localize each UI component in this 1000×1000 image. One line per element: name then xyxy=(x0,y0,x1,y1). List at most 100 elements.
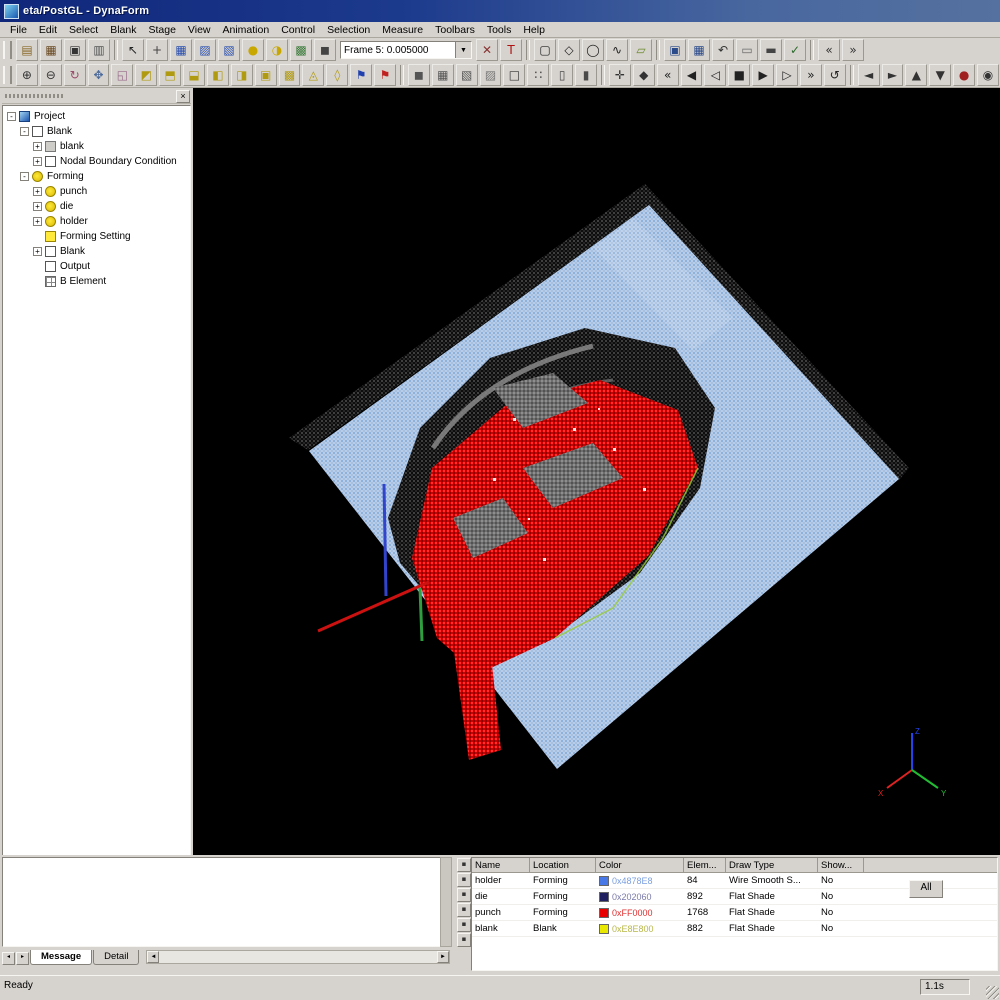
annotate-icon[interactable]: ◆ xyxy=(633,64,655,86)
menu-item[interactable]: File xyxy=(4,23,33,37)
column-header-location[interactable]: Location xyxy=(530,858,596,872)
toolbar-separator[interactable] xyxy=(114,40,118,60)
menu-item[interactable]: Toolbars xyxy=(429,23,481,37)
stop-icon[interactable]: ✕ xyxy=(476,39,498,61)
wireframe-mode-icon[interactable]: ▦ xyxy=(432,64,454,86)
record-icon[interactable]: ● xyxy=(953,64,975,86)
mesh-icon[interactable]: ▩ xyxy=(290,39,312,61)
close-icon[interactable]: × xyxy=(176,90,190,103)
column-header-elem[interactable]: Elem... xyxy=(684,858,726,872)
tree-expander[interactable]: + xyxy=(33,157,42,166)
title-bar[interactable]: eta/PostGL - DynaForm xyxy=(0,0,1000,22)
tree-node[interactable]: Forming Setting xyxy=(3,229,190,244)
toolbar-separator[interactable] xyxy=(526,40,530,60)
parts-hide-icon[interactable]: ▪ xyxy=(457,903,471,917)
pan-up-icon[interactable]: ▲ xyxy=(905,64,927,86)
clear-selection-icon[interactable]: ▭ xyxy=(736,39,758,61)
flag-blue-icon[interactable]: ⚑ xyxy=(350,64,372,86)
background-color-icon[interactable]: ▨ xyxy=(480,64,502,86)
tree-node[interactable]: B Element xyxy=(3,274,190,289)
menu-item[interactable]: Control xyxy=(275,23,321,37)
part-show-flag[interactable]: No xyxy=(818,875,864,886)
column-header-show[interactable]: Show... xyxy=(818,858,864,872)
toolbar-separator[interactable] xyxy=(400,65,404,85)
snapshot-icon[interactable]: ◉ xyxy=(977,64,999,86)
light-icon[interactable]: ● xyxy=(242,39,264,61)
message-vertical-scrollbar[interactable] xyxy=(440,857,452,947)
pan-view-icon[interactable]: ✥ xyxy=(88,64,110,86)
part-show-flag[interactable]: No xyxy=(818,907,864,918)
import-icon[interactable]: ▦ xyxy=(40,39,62,61)
clipboard-icon[interactable]: ▯ xyxy=(551,64,573,86)
tree-expander[interactable]: + xyxy=(33,187,42,196)
normal-view-icon[interactable]: ◊ xyxy=(326,64,348,86)
pan-down-icon[interactable]: ▼ xyxy=(929,64,951,86)
resize-grip[interactable] xyxy=(986,986,999,999)
select-part-icon[interactable]: ▱ xyxy=(630,39,652,61)
fill-view-icon[interactable]: ◱ xyxy=(111,64,133,86)
tree-node[interactable]: + Blank xyxy=(3,244,190,259)
pick-icon[interactable]: + xyxy=(146,39,168,61)
part-show-flag[interactable]: No xyxy=(818,923,864,934)
message-horizontal-scrollbar[interactable]: ◄ ► xyxy=(146,950,450,964)
perspective-icon[interactable]: ◬ xyxy=(302,64,324,86)
part-draw-type[interactable]: Wire Smooth S... xyxy=(726,875,818,886)
graphics-viewport[interactable]: Z X Y xyxy=(193,88,1000,855)
rotate-view-icon[interactable]: ↻ xyxy=(64,64,86,86)
tree-node[interactable]: + Nodal Boundary Condition xyxy=(3,154,190,169)
toolbar-grip[interactable] xyxy=(3,41,12,59)
menu-item[interactable]: Select xyxy=(63,23,104,37)
save-icon[interactable]: ▣ xyxy=(64,39,86,61)
part-show-flag[interactable]: No xyxy=(818,891,864,902)
toolbar-grip[interactable] xyxy=(3,66,12,84)
menu-item[interactable]: Animation xyxy=(217,23,276,37)
right-view-icon[interactable]: ◨ xyxy=(231,64,253,86)
message-tab[interactable]: Message xyxy=(30,950,92,965)
chevron-down-icon[interactable]: ▼ xyxy=(455,42,471,58)
vector-plot-icon[interactable]: ▨ xyxy=(194,39,216,61)
back-view-icon[interactable]: ▩ xyxy=(279,64,301,86)
column-header-color[interactable]: Color xyxy=(596,858,684,872)
tree-node[interactable]: - Project xyxy=(3,109,190,124)
part-color-cell[interactable]: 0x4878E8 xyxy=(596,876,684,886)
parts-color-icon[interactable]: ▪ xyxy=(457,918,471,932)
parts-lock-icon[interactable]: ▪ xyxy=(457,933,471,947)
part-draw-type[interactable]: Flat Shade xyxy=(726,891,818,902)
tree-expander[interactable]: + xyxy=(33,217,42,226)
part-draw-type[interactable]: Flat Shade xyxy=(726,923,818,934)
menu-item[interactable]: Measure xyxy=(376,23,429,37)
nodes-icon[interactable]: ∷ xyxy=(527,64,549,86)
shaded-mode-icon[interactable]: ◼ xyxy=(408,64,430,86)
deform-plot-icon[interactable]: ▧ xyxy=(218,39,240,61)
tree-node[interactable]: - Blank xyxy=(3,124,190,139)
part-color-cell[interactable]: 0x202060 xyxy=(596,892,684,902)
tree-node[interactable]: + blank xyxy=(3,139,190,154)
all-parts-button[interactable]: All xyxy=(909,880,943,898)
shade-icon[interactable]: ◼ xyxy=(314,39,336,61)
part-color-cell[interactable]: 0xFF0000 xyxy=(596,908,684,918)
parts-filter-icon[interactable]: ▪ xyxy=(457,858,471,872)
panel-collapse-icon[interactable]: ◂ xyxy=(2,952,15,965)
parts-show-icon[interactable]: ▪ xyxy=(457,888,471,902)
select-freehand-icon[interactable]: ∿ xyxy=(606,39,628,61)
contour-plot-icon[interactable]: ▦ xyxy=(170,39,192,61)
tree-panel-header[interactable]: × xyxy=(2,90,191,104)
parts-table-row[interactable]: punch Forming 0xFF0000 1768 Flat Shade N… xyxy=(472,905,997,921)
scroll-right-icon[interactable]: ► xyxy=(437,951,449,963)
menu-item[interactable]: Selection xyxy=(321,23,376,37)
tools-icon[interactable]: T xyxy=(500,39,522,61)
toolbar-separator[interactable] xyxy=(850,65,854,85)
print-icon[interactable]: ▥ xyxy=(88,39,110,61)
tree-node[interactable]: Output xyxy=(3,259,190,274)
exclude-icon[interactable]: ▬ xyxy=(760,39,782,61)
play-reverse-icon[interactable]: ◁ xyxy=(704,64,726,86)
play-icon[interactable]: ▶ xyxy=(752,64,774,86)
left-view-icon[interactable]: ◧ xyxy=(207,64,229,86)
message-tab[interactable]: Detail xyxy=(93,950,139,965)
pan-right-icon[interactable]: ► xyxy=(882,64,904,86)
prev-frame-icon[interactable]: ◀ xyxy=(681,64,703,86)
column-header-name[interactable]: Name xyxy=(472,858,530,872)
message-output-area[interactable] xyxy=(2,857,444,947)
tree-expander[interactable]: + xyxy=(33,142,42,151)
select-circle-icon[interactable]: ◯ xyxy=(582,39,604,61)
